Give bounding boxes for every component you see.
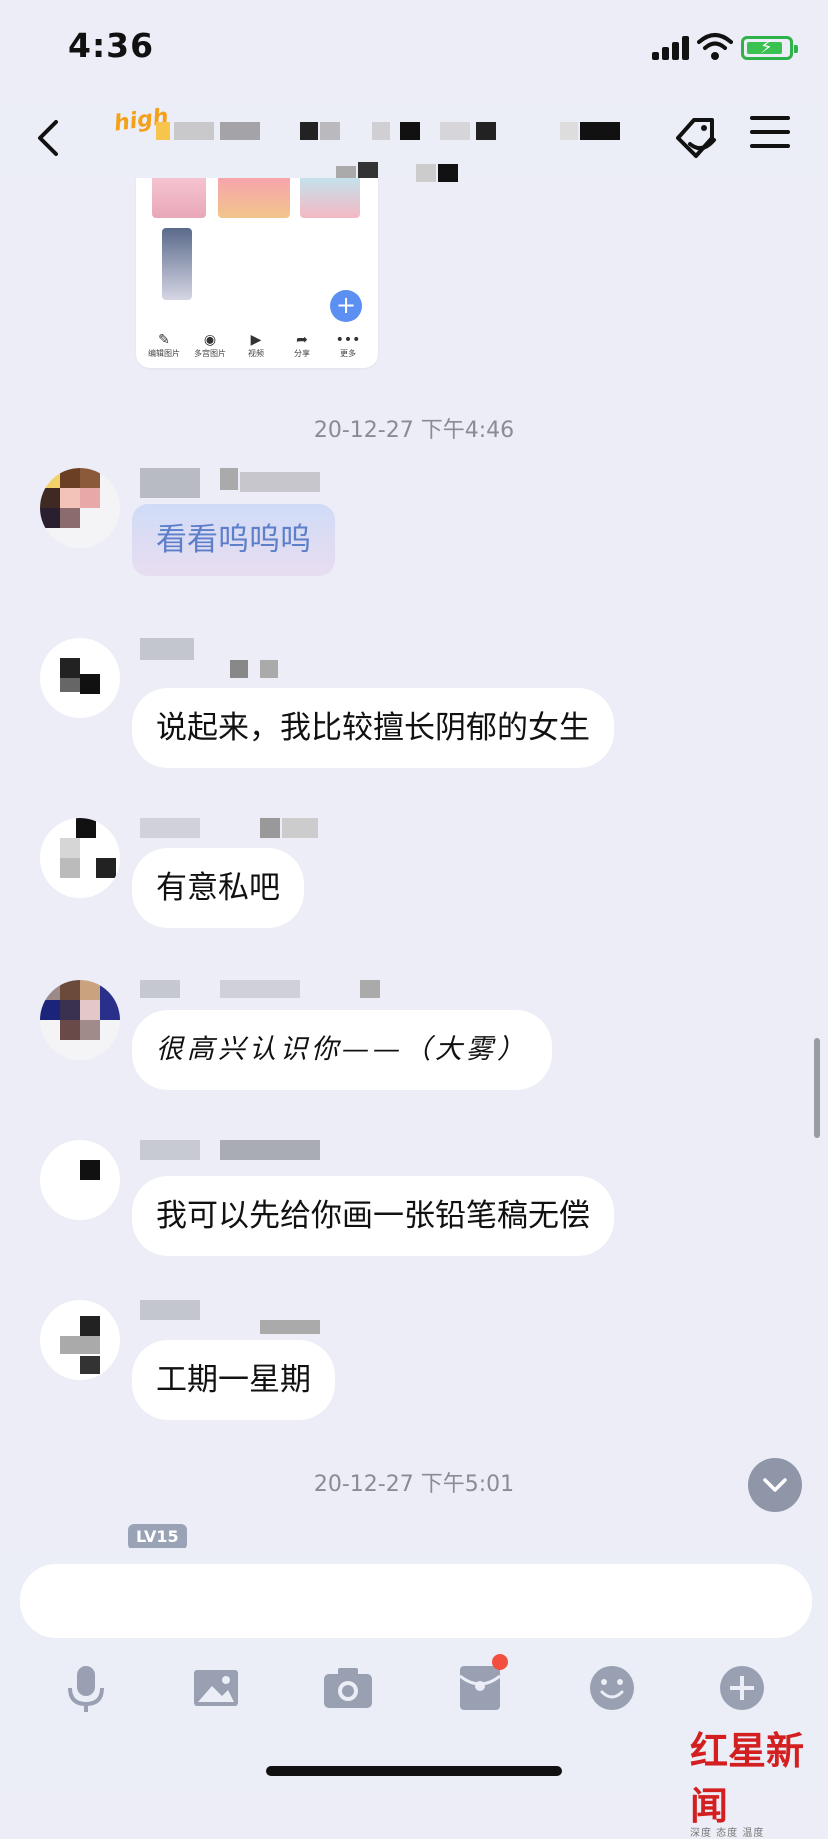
chat-messages[interactable]: + ✎ 编辑图片 ◉ 多宫图片 ▶ 视频 ➦ 分享 ••• 更多 20-12-27 下午4… [0,178,828,1548]
red-packet-icon[interactable] [450,1654,510,1718]
cellular-signal-icon [652,36,692,60]
home-indicator[interactable] [266,1766,562,1776]
avatar[interactable] [40,818,120,898]
level-badge: LV15 [128,1524,187,1550]
emoji-icon[interactable] [582,1658,642,1718]
message-bubble[interactable]: 看看呜呜呜 [132,504,335,576]
add-icon[interactable]: + [330,290,362,322]
menu-icon[interactable] [750,116,790,152]
avatar[interactable] [40,468,120,548]
chat-header: high [0,100,828,182]
share-tool[interactable]: ➦ 分享 [282,332,322,359]
message-bubble[interactable]: 很高兴认识你——（大雾） [132,1010,552,1090]
news-watermark: 红星新闻 深度 态度 温度 [690,1728,805,1839]
back-button[interactable] [28,108,68,164]
more-tool[interactable]: ••• 更多 [328,332,368,359]
message-input[interactable] [20,1564,812,1638]
message-bubble[interactable]: 工期一星期 [132,1340,335,1420]
avatar[interactable] [40,638,120,718]
scroll-to-bottom-button[interactable] [748,1458,802,1512]
battery-icon: ⚡ [741,36,798,60]
plus-icon[interactable] [712,1658,772,1718]
message-timestamp: 20-12-27 下午4:46 [313,418,515,443]
image-icon[interactable] [186,1658,246,1718]
shared-image-card[interactable]: + ✎ 编辑图片 ◉ 多宫图片 ▶ 视频 ➦ 分享 ••• 更多 [136,178,378,368]
status-time: 4:36 [68,26,155,65]
message-bubble[interactable]: 有意私吧 [132,848,304,928]
video-tool[interactable]: ▶ 视频 [236,332,276,359]
camera-icon[interactable] [318,1658,378,1718]
message-bubble[interactable]: 说起来，我比较擅长阴郁的女生 [132,688,614,768]
avatar[interactable] [40,980,120,1060]
message-timestamp: 20-12-27 下午5:01 [313,1472,515,1497]
input-tools [0,1654,828,1728]
avatar[interactable] [40,1300,120,1380]
wifi-icon [697,32,733,62]
status-bar: 4:36 ⚡ [0,0,828,100]
image-toolbar: ✎ 编辑图片 ◉ 多宫图片 ▶ 视频 ➦ 分享 ••• 更多 [144,332,370,362]
edit-tool[interactable]: ✎ 编辑图片 [144,332,184,359]
group-tag-icon[interactable] [668,110,724,166]
notification-dot [492,1654,508,1670]
scrollbar[interactable] [814,1038,820,1138]
microphone-icon[interactable] [56,1658,116,1718]
avatar[interactable] [40,1140,120,1220]
multi-grid-tool[interactable]: ◉ 多宫图片 [190,332,230,359]
message-bubble[interactable]: 我可以先给你画一张铅笔稿无偿 [132,1176,614,1256]
